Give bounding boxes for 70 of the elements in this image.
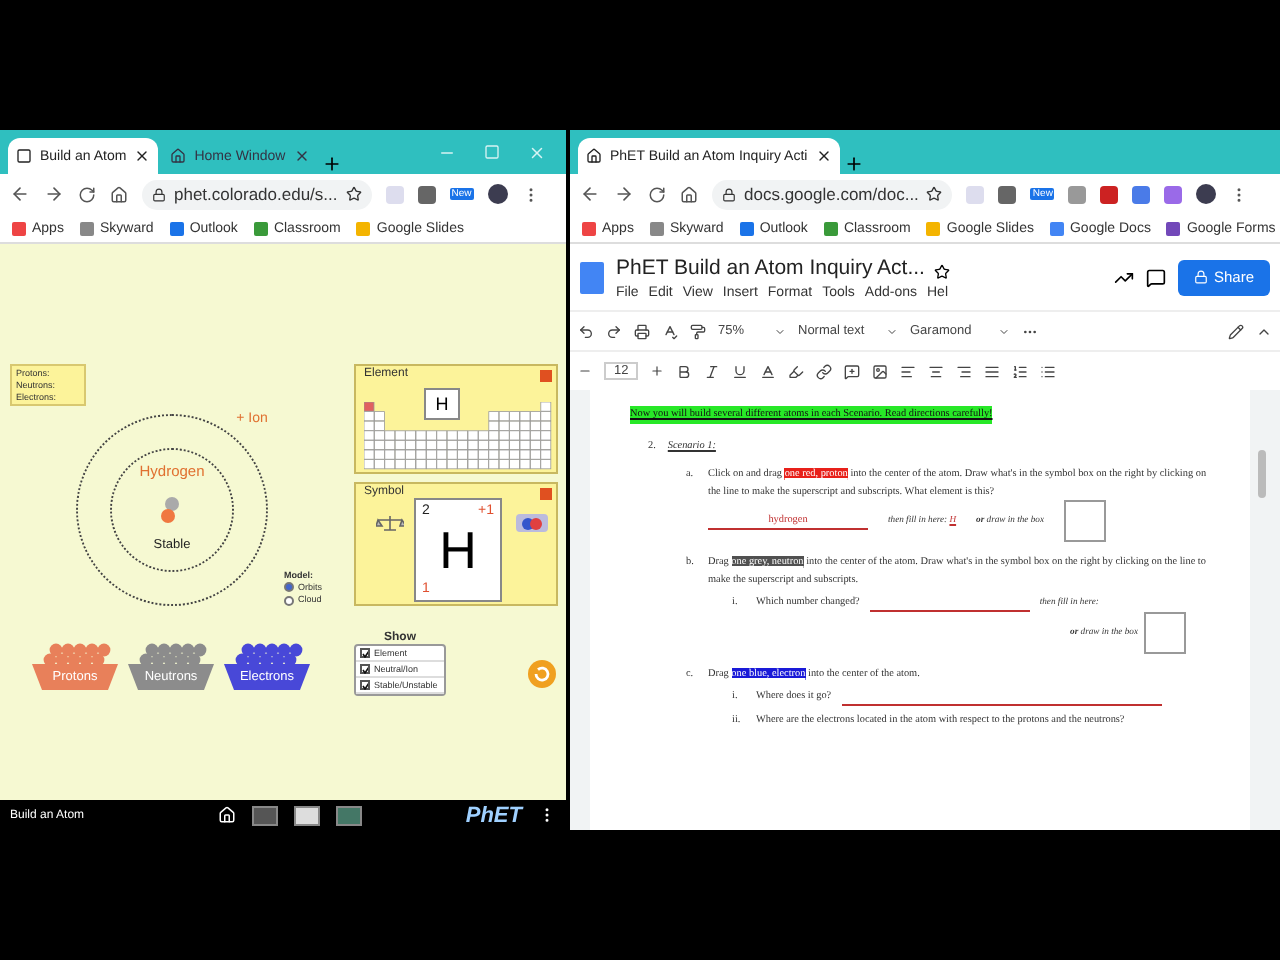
star-icon[interactable]: [934, 263, 951, 279]
bold-icon[interactable]: [676, 363, 693, 379]
address-text: phet.colorado.edu/s...: [174, 184, 338, 204]
logo: PhET: [465, 803, 522, 827]
lock-icon: [152, 187, 166, 201]
answer-line[interactable]: [841, 703, 1162, 705]
edit-mode-icon[interactable]: [1228, 323, 1244, 339]
bookmark-star-icon[interactable]: [345, 186, 362, 202]
element-symbol: H: [424, 388, 460, 420]
decrease-size-icon[interactable]: [578, 364, 592, 378]
document-title[interactable]: PhET Build an Atom Inquiry Act...: [616, 255, 925, 279]
underline-icon[interactable]: [732, 363, 749, 379]
image-icon[interactable]: [872, 363, 889, 379]
profile-avatar[interactable]: [487, 184, 508, 204]
back-icon[interactable]: [10, 184, 30, 204]
caret-icon: [886, 325, 898, 337]
justify-icon[interactable]: [984, 363, 1001, 379]
comment-icon[interactable]: [1146, 267, 1166, 287]
print-icon[interactable]: [634, 323, 650, 339]
new-tab-icon[interactable]: [321, 154, 342, 174]
forward-icon[interactable]: [44, 184, 64, 204]
spellcheck-icon[interactable]: [662, 323, 678, 339]
docs-logo-icon: [580, 261, 604, 293]
tab-favicon-icon: [170, 148, 187, 164]
answer-line[interactable]: [869, 609, 1030, 611]
atom-toggle-icon[interactable]: [516, 514, 548, 532]
address-bar[interactable]: phet.colorado.edu/s...: [142, 179, 372, 209]
numbered-list-icon[interactable]: [1012, 363, 1029, 379]
close-tab-icon[interactable]: [134, 148, 151, 164]
bookmark-star-icon[interactable]: [926, 186, 943, 202]
align-right-icon[interactable]: [956, 363, 973, 379]
add-comment-icon[interactable]: [844, 363, 861, 379]
reload-icon[interactable]: [648, 185, 666, 203]
screen-icon[interactable]: [294, 805, 320, 825]
trend-icon[interactable]: [1114, 267, 1134, 287]
close-tab-icon[interactable]: [815, 148, 832, 164]
lock-icon: [1193, 270, 1208, 284]
reload-icon[interactable]: [78, 185, 96, 203]
answer-box[interactable]: [1144, 611, 1186, 653]
new-tab-icon[interactable]: [843, 154, 864, 174]
caret-icon: [998, 325, 1010, 337]
align-left-icon[interactable]: [900, 363, 917, 379]
home-icon[interactable]: [110, 185, 128, 203]
nucleus-drawing: [160, 496, 180, 524]
lock-icon: [722, 187, 736, 201]
answer-box[interactable]: [1064, 500, 1106, 542]
highlight-icon[interactable]: [788, 363, 805, 379]
address-bar[interactable]: docs.google.com/doc...: [712, 179, 953, 209]
screen-icon[interactable]: [252, 805, 278, 825]
caret-icon: [774, 325, 786, 337]
link-icon[interactable]: [816, 363, 833, 379]
text-color-icon[interactable]: [760, 363, 777, 379]
balance-scale-icon: [376, 514, 404, 532]
screen-icon[interactable]: [336, 805, 362, 825]
undo-icon[interactable]: [578, 323, 594, 339]
element-symbol: H: [439, 519, 477, 581]
increase-size-icon[interactable]: [650, 364, 665, 378]
tab-favicon-icon: [16, 148, 32, 164]
redo-icon[interactable]: [606, 323, 622, 339]
back-icon[interactable]: [580, 184, 600, 204]
address-text: docs.google.com/doc...: [744, 184, 919, 204]
profile-avatar[interactable]: [1196, 184, 1217, 204]
bulleted-list-icon[interactable]: [1040, 363, 1057, 379]
tab-favicon-icon: [586, 148, 602, 164]
home-icon[interactable]: [680, 185, 698, 203]
align-center-icon[interactable]: [928, 363, 945, 379]
italic-icon[interactable]: [704, 363, 721, 379]
paint-format-icon[interactable]: [690, 323, 706, 339]
forward-icon[interactable]: [614, 184, 634, 204]
scrollbar-thumb[interactable]: [1258, 450, 1266, 498]
